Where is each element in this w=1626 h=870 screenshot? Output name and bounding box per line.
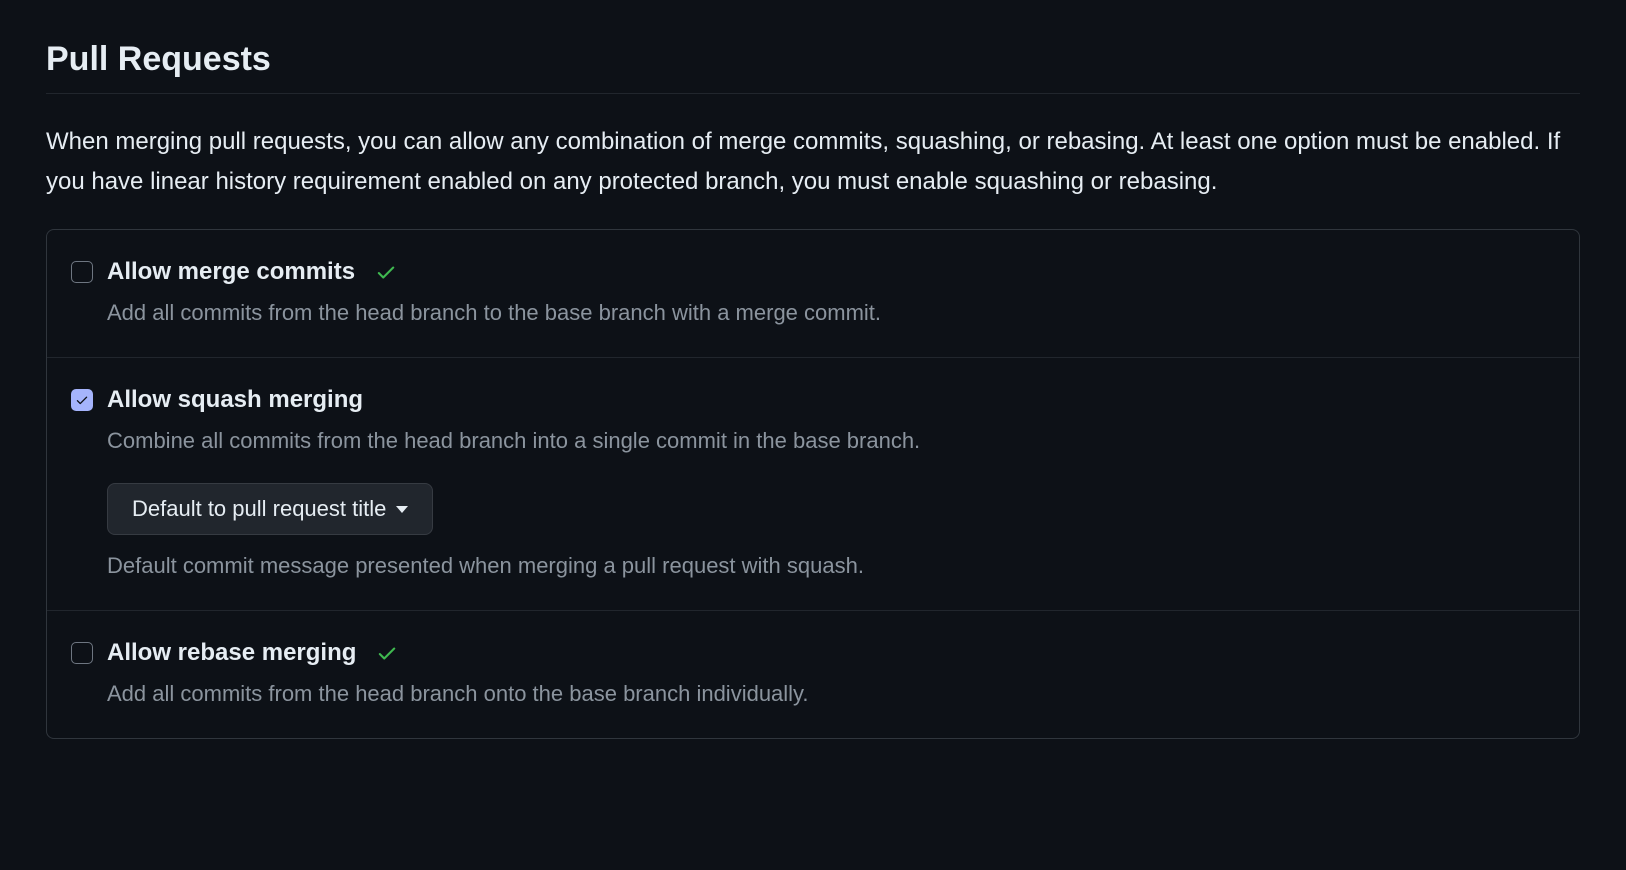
checkbox-merge-commits[interactable]	[71, 261, 93, 283]
option-header: Allow squash merging	[71, 386, 1555, 414]
option-desc-merge-commits: Add all commits from the head branch to …	[107, 296, 1555, 329]
option-rebase: Allow rebase merging Add all commits fro…	[47, 611, 1579, 738]
success-check-icon	[376, 642, 398, 664]
option-label-rebase: Allow rebase merging	[107, 639, 356, 667]
option-desc-squash: Combine all commits from the head branch…	[107, 424, 1555, 457]
success-check-icon	[375, 261, 397, 283]
merge-options-box: Allow merge commits Add all commits from…	[46, 229, 1580, 739]
option-label-squash: Allow squash merging	[107, 386, 363, 414]
option-desc-rebase: Add all commits from the head branch ont…	[107, 677, 1555, 710]
squash-default-dropdown[interactable]: Default to pull request title	[107, 483, 433, 535]
option-header: Allow rebase merging	[71, 639, 1555, 667]
caret-down-icon	[396, 506, 408, 513]
squash-sub-section: Default to pull request title Default co…	[107, 483, 1555, 582]
option-merge-commits: Allow merge commits Add all commits from…	[47, 230, 1579, 358]
option-label-merge-commits: Allow merge commits	[107, 258, 355, 286]
checkbox-squash[interactable]	[71, 389, 93, 411]
checkbox-rebase[interactable]	[71, 642, 93, 664]
section-description: When merging pull requests, you can allo…	[46, 122, 1580, 201]
squash-default-desc: Default commit message presented when me…	[107, 549, 1555, 582]
dropdown-label: Default to pull request title	[132, 496, 386, 522]
option-header: Allow merge commits	[71, 258, 1555, 286]
section-title: Pull Requests	[46, 40, 1580, 94]
option-squash: Allow squash merging Combine all commits…	[47, 358, 1579, 611]
